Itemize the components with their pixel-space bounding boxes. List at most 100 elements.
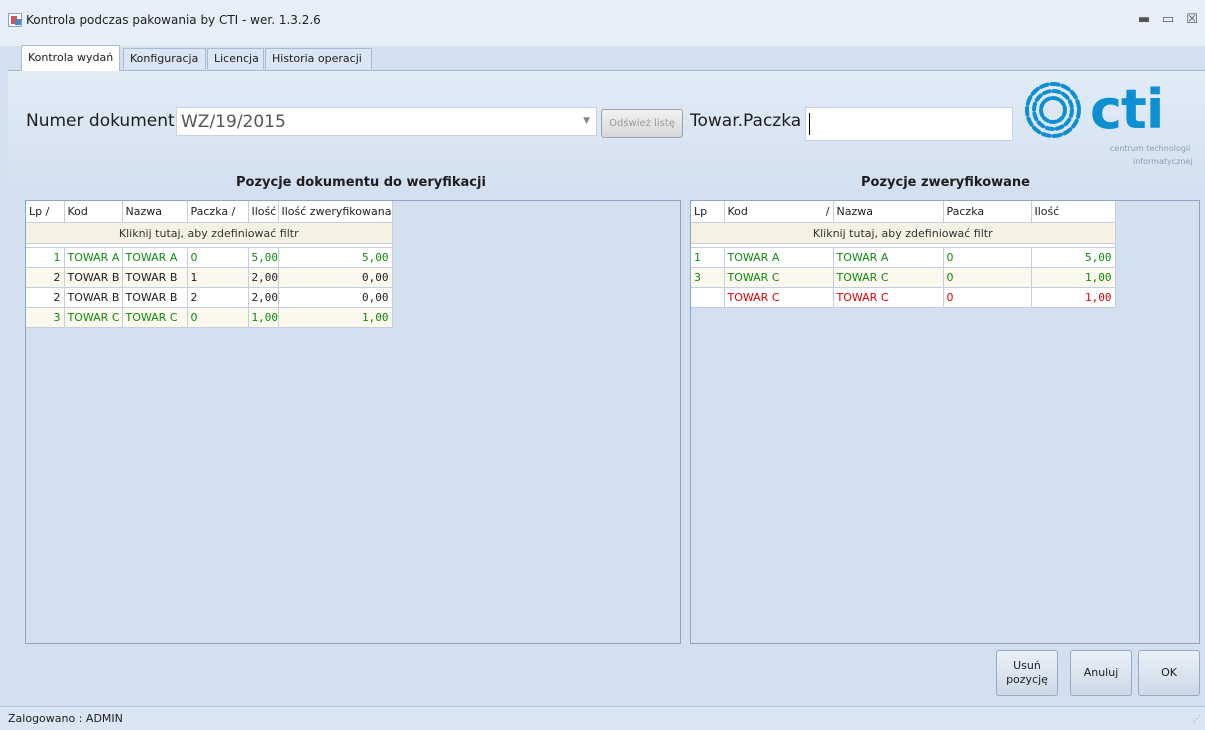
table-row[interactable]: 2 TOWAR B TOWAR B 1 2,00 0,00 [26,267,393,288]
cell-zweryfikowana[interactable]: 0,00 [278,267,393,288]
cell-paczka[interactable]: 0 [943,267,1032,288]
cell-paczka[interactable]: 0 [943,287,1032,308]
close-icon[interactable]: ☒ [1181,10,1203,30]
text-caret [809,113,810,135]
tab-kontrola-wydan[interactable]: Kontrola wydań [21,45,120,71]
towar-paczka-input[interactable] [805,107,1013,141]
refresh-list-button[interactable]: Odśwież listę [601,109,683,138]
remove-position-label-line1: Usuń [1013,659,1041,672]
table-row[interactable]: 1 TOWAR A TOWAR A 0 5,00 5,00 [26,247,393,268]
right-grid[interactable]: Lp Kod / Nazwa Paczka Ilość Kliknij tuta… [690,200,1200,644]
filter-row-text[interactable]: Kliknij tutaj, aby zdefiniować filtr [691,222,1116,244]
dropdown-arrow-icon[interactable]: ▼ [583,116,590,126]
sort-indicator: / [802,201,834,223]
cell-ilosc[interactable]: 1,00 [1031,287,1116,308]
window-title: Kontrola podczas pakowania by CTI - wer.… [26,13,321,27]
col-lp-header[interactable]: Lp [691,201,725,223]
cell-kod[interactable]: TOWAR A [724,247,834,268]
right-grid-header: Lp Kod / Nazwa Paczka Ilość [691,201,1116,223]
cell-nazwa[interactable]: TOWAR A [833,247,944,268]
cell-zweryfikowana[interactable]: 1,00 [278,307,393,328]
left-grid[interactable]: Lp / Kod Nazwa Paczka / Ilość Ilość zwer… [25,200,681,644]
cell-ilosc[interactable]: 5,00 [248,247,279,268]
cell-nazwa[interactable]: TOWAR C [833,267,944,288]
cell-nazwa[interactable]: TOWAR B [122,267,188,288]
cell-nazwa[interactable]: TOWAR B [122,287,188,308]
cell-zweryfikowana[interactable]: 5,00 [278,247,393,268]
table-row[interactable]: 2 TOWAR B TOWAR B 2 2,00 0,00 [26,287,393,308]
window-left-border [0,46,8,706]
cell-lp[interactable]: 3 [26,307,65,328]
cell-ilosc[interactable]: 2,00 [248,287,279,308]
right-grid-title: Pozycje zweryfikowane [861,175,1030,190]
document-number-label: Numer dokumentu [26,111,186,131]
cell-lp[interactable]: 3 [691,267,725,288]
col-paczka-header[interactable]: Paczka [943,201,1032,223]
cti-logo-icon [1025,82,1081,138]
cell-kod[interactable]: TOWAR B [64,267,123,288]
cell-kod[interactable]: TOWAR A [64,247,123,268]
cell-kod[interactable]: TOWAR B [64,287,123,308]
logo-subtitle-line1: centrum technologii [1110,144,1191,153]
title-bar: Kontrola podczas pakowania by CTI - wer.… [0,0,1205,46]
cell-paczka[interactable]: 1 [187,267,249,288]
cell-nazwa[interactable]: TOWAR A [122,247,188,268]
maximize-icon[interactable]: ▭ [1157,10,1179,30]
col-nazwa-header[interactable]: Nazwa [122,201,188,223]
col-kod-header[interactable]: Kod [64,201,123,223]
col-nazwa-header[interactable]: Nazwa [833,201,944,223]
cell-kod[interactable]: TOWAR C [724,267,834,288]
cell-lp[interactable]: 1 [691,247,725,268]
cell-paczka[interactable]: 0 [943,247,1032,268]
ok-button[interactable]: OK [1138,650,1200,696]
cell-ilosc[interactable]: 5,00 [1031,247,1116,268]
cell-nazwa[interactable]: TOWAR C [122,307,188,328]
cell-paczka[interactable]: 0 [187,307,249,328]
cancel-button[interactable]: Anuluj [1070,650,1132,696]
tab-licencja[interactable]: Licencja [207,48,264,69]
filter-row-text[interactable]: Kliknij tutaj, aby zdefiniować filtr [26,222,393,244]
right-grid-table: Lp Kod / Nazwa Paczka Ilość Kliknij tuta… [691,201,1116,308]
col-paczka-header[interactable]: Paczka / [187,201,249,223]
table-row[interactable]: 1 TOWAR A TOWAR A 0 5,00 [691,247,1116,268]
col-kod-header[interactable]: Kod [724,201,802,223]
cell-ilosc[interactable]: 1,00 [1031,267,1116,288]
resize-grip-icon[interactable]: ⋰ [1193,714,1201,723]
cell-kod[interactable]: TOWAR C [64,307,123,328]
cell-paczka[interactable]: 2 [187,287,249,308]
status-text: Zalogowano : ADMIN [8,712,123,725]
status-bar: Zalogowano : ADMIN ⋰ [0,706,1205,730]
cell-kod[interactable]: TOWAR C [724,287,834,308]
tab-historia-operacji[interactable]: Historia operacji [265,48,372,69]
minimize-icon[interactable]: ▬ [1133,10,1155,30]
cell-ilosc[interactable]: 1,00 [248,307,279,328]
cell-lp[interactable]: 2 [26,267,65,288]
cell-lp[interactable]: 1 [26,247,65,268]
document-number-combo[interactable]: WZ/19/2015 ▼ [176,107,597,136]
col-ilosc-zweryfikowana-header[interactable]: Ilość zweryfikowana [278,201,393,223]
cell-lp[interactable]: 2 [26,287,65,308]
left-grid-header: Lp / Kod Nazwa Paczka / Ilość Ilość zwer… [26,201,393,223]
cell-paczka[interactable]: 0 [187,247,249,268]
cell-lp[interactable] [691,287,725,308]
tab-konfiguracja[interactable]: Konfiguracja [123,48,206,69]
cell-ilosc[interactable]: 2,00 [248,267,279,288]
filter-row[interactable]: Kliknij tutaj, aby zdefiniować filtr [26,222,393,244]
cell-nazwa[interactable]: TOWAR C [833,287,944,308]
app-icon [8,13,22,27]
cell-zweryfikowana[interactable]: 0,00 [278,287,393,308]
left-grid-title: Pozycje dokumentu do weryfikacji [236,175,486,190]
towar-paczka-label: Towar.Paczka [690,111,802,131]
filter-row[interactable]: Kliknij tutaj, aby zdefiniować filtr [691,222,1116,244]
col-ilosc-header[interactable]: Ilość [1031,201,1116,223]
table-row[interactable]: TOWAR C TOWAR C 0 1,00 [691,287,1116,308]
cti-logo-text: cti [1090,78,1164,141]
logo-subtitle-line2: informatycznej [1133,157,1193,166]
remove-position-button[interactable]: Usuń pozycję [996,650,1058,696]
col-lp-header[interactable]: Lp / [26,201,65,223]
col-ilosc-header[interactable]: Ilość [248,201,279,223]
remove-position-label-line2: pozycję [1006,673,1048,686]
table-row[interactable]: 3 TOWAR C TOWAR C 0 1,00 1,00 [26,307,393,328]
left-grid-table: Lp / Kod Nazwa Paczka / Ilość Ilość zwer… [26,201,393,328]
table-row[interactable]: 3 TOWAR C TOWAR C 0 1,00 [691,267,1116,288]
